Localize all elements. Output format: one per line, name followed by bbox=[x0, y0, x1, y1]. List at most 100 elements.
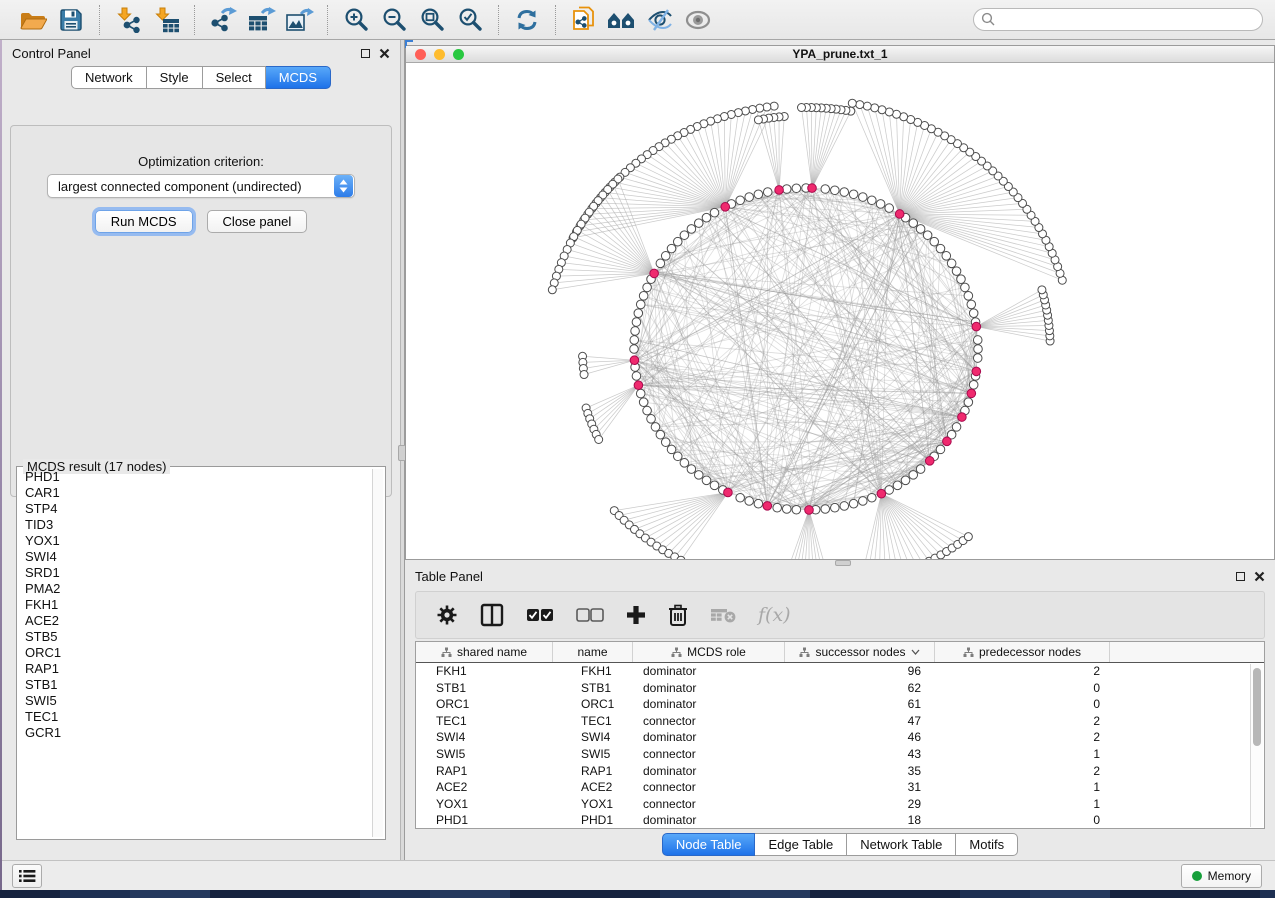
network-view-titlebar[interactable]: YPA_prune.txt_1 bbox=[406, 46, 1274, 63]
result-scrollbar[interactable] bbox=[372, 469, 383, 837]
zoom-fit-icon[interactable] bbox=[413, 5, 451, 35]
memory-status-icon bbox=[1192, 871, 1202, 881]
window-maximize-icon[interactable] bbox=[453, 49, 464, 60]
column-header-name[interactable]: name bbox=[553, 642, 633, 662]
close-icon[interactable] bbox=[1254, 571, 1265, 582]
result-item-phd1[interactable]: PHD1 bbox=[19, 469, 372, 485]
search-input[interactable] bbox=[996, 13, 1246, 27]
table-row[interactable]: YOX1YOX1connector291 bbox=[416, 796, 1264, 813]
window-close-icon[interactable] bbox=[415, 49, 426, 60]
result-item-stb1[interactable]: STB1 bbox=[19, 677, 372, 693]
column-header-successor-nodes[interactable]: successor nodes bbox=[785, 642, 935, 662]
table-scrollbar-thumb[interactable] bbox=[1253, 668, 1261, 746]
table-row[interactable]: PHD1PHD1dominator180 bbox=[416, 812, 1264, 829]
export-network-icon[interactable] bbox=[204, 5, 242, 35]
save-session-icon[interactable] bbox=[52, 5, 90, 35]
result-item-rap1[interactable]: RAP1 bbox=[19, 661, 372, 677]
tab-network-table[interactable]: Network Table bbox=[847, 833, 956, 856]
tab-select[interactable]: Select bbox=[203, 66, 266, 89]
run-mcds-button[interactable]: Run MCDS bbox=[95, 210, 193, 233]
table-row[interactable]: ORC1ORC1dominator610 bbox=[416, 696, 1264, 713]
column-header-predecessor-nodes[interactable]: predecessor nodes bbox=[935, 642, 1110, 662]
copy-network-icon[interactable] bbox=[565, 5, 603, 35]
result-item-stp4[interactable]: STP4 bbox=[19, 501, 372, 517]
tab-mcds[interactable]: MCDS bbox=[266, 66, 331, 89]
float-window-icon[interactable] bbox=[361, 49, 370, 58]
result-item-swi4[interactable]: SWI4 bbox=[19, 549, 372, 565]
result-item-orc1[interactable]: ORC1 bbox=[19, 645, 372, 661]
result-item-ace2[interactable]: ACE2 bbox=[19, 613, 372, 629]
task-history-button[interactable] bbox=[12, 864, 42, 888]
table-row[interactable]: FKH1FKH1dominator962 bbox=[416, 663, 1264, 680]
table-tabs: Node TableEdge TableNetwork TableMotifs bbox=[405, 833, 1275, 856]
tab-node-table[interactable]: Node Table bbox=[662, 833, 756, 856]
list-icon bbox=[18, 869, 36, 883]
cell-shared-name: SWI5 bbox=[416, 746, 553, 763]
cell-mcds-role: connector bbox=[633, 746, 785, 763]
zoom-out-icon[interactable] bbox=[375, 5, 413, 35]
result-item-swi5[interactable]: SWI5 bbox=[19, 693, 372, 709]
zoom-in-icon[interactable] bbox=[337, 5, 375, 35]
table-row[interactable]: SWI5SWI5connector431 bbox=[416, 746, 1264, 763]
column-header-mcds-role[interactable]: MCDS role bbox=[633, 642, 785, 662]
select-all-icon[interactable] bbox=[526, 608, 554, 622]
table-row[interactable]: ACE2ACE2connector311 bbox=[416, 779, 1264, 796]
column-header-shared-name[interactable]: shared name bbox=[416, 642, 553, 662]
deselect-all-icon[interactable] bbox=[576, 608, 604, 622]
cell-predecessor-nodes: 2 bbox=[935, 763, 1110, 780]
table-scrollbar[interactable] bbox=[1250, 664, 1263, 827]
memory-button[interactable]: Memory bbox=[1181, 864, 1262, 888]
cell-shared-name: RAP1 bbox=[416, 763, 553, 780]
float-window-icon[interactable] bbox=[1236, 572, 1245, 581]
status-bar: Memory bbox=[0, 860, 1275, 890]
cell-name: PHD1 bbox=[553, 812, 633, 829]
table-toolbar: f(x) bbox=[415, 591, 1265, 639]
gear-icon[interactable] bbox=[436, 604, 458, 626]
show-graphics-icon[interactable] bbox=[679, 5, 717, 35]
result-item-fkh1[interactable]: FKH1 bbox=[19, 597, 372, 613]
result-item-yox1[interactable]: YOX1 bbox=[19, 533, 372, 549]
add-column-icon[interactable] bbox=[626, 605, 646, 625]
result-item-car1[interactable]: CAR1 bbox=[19, 485, 372, 501]
tab-motifs[interactable]: Motifs bbox=[956, 833, 1018, 856]
delete-column-icon[interactable] bbox=[668, 604, 688, 626]
open-file-icon[interactable] bbox=[14, 5, 52, 35]
zoom-selected-icon[interactable] bbox=[451, 5, 489, 35]
refresh-icon[interactable] bbox=[508, 5, 546, 35]
import-network-icon[interactable] bbox=[109, 5, 147, 35]
result-item-gcr1[interactable]: GCR1 bbox=[19, 725, 372, 741]
cell-successor-nodes: 61 bbox=[785, 696, 935, 713]
delete-table-icon[interactable] bbox=[710, 606, 736, 624]
horizontal-splitter-handle[interactable] bbox=[835, 560, 851, 566]
mcds-result-list[interactable]: PHD1CAR1STP4TID3YOX1SWI4SRD1PMA2FKH1ACE2… bbox=[19, 469, 372, 837]
hide-graphics-icon[interactable] bbox=[641, 5, 679, 35]
function-builder-icon[interactable]: f(x) bbox=[758, 604, 791, 626]
optimization-criterion-dropdown[interactable]: largest connected component (undirected) bbox=[47, 174, 355, 198]
result-item-stb5[interactable]: STB5 bbox=[19, 629, 372, 645]
result-item-tec1[interactable]: TEC1 bbox=[19, 709, 372, 725]
result-item-tid3[interactable]: TID3 bbox=[19, 517, 372, 533]
tab-style[interactable]: Style bbox=[147, 66, 203, 89]
global-search-box[interactable] bbox=[973, 8, 1263, 31]
table-row[interactable]: TEC1TEC1connector472 bbox=[416, 713, 1264, 730]
table-row[interactable]: RAP1RAP1dominator352 bbox=[416, 763, 1264, 780]
close-panel-button[interactable]: Close panel bbox=[207, 210, 308, 233]
network-canvas[interactable] bbox=[406, 63, 1274, 559]
table-row[interactable]: STB1STB1dominator620 bbox=[416, 680, 1264, 697]
tab-network[interactable]: Network bbox=[71, 66, 147, 89]
export-image-icon[interactable] bbox=[280, 5, 318, 35]
import-table-icon[interactable] bbox=[147, 5, 185, 35]
tab-edge-table[interactable]: Edge Table bbox=[755, 833, 847, 856]
cell-successor-nodes: 47 bbox=[785, 713, 935, 730]
result-item-pma2[interactable]: PMA2 bbox=[19, 581, 372, 597]
result-item-srd1[interactable]: SRD1 bbox=[19, 565, 372, 581]
export-table-icon[interactable] bbox=[242, 5, 280, 35]
close-icon[interactable] bbox=[379, 48, 390, 59]
node-table[interactable]: shared namenameMCDS rolesuccessor nodesp… bbox=[415, 641, 1265, 829]
table-row[interactable]: SWI4SWI4dominator462 bbox=[416, 729, 1264, 746]
search-network-icon[interactable] bbox=[603, 5, 641, 35]
cell-shared-name: PHD1 bbox=[416, 812, 553, 829]
split-column-icon[interactable] bbox=[480, 603, 504, 627]
cell-mcds-role: connector bbox=[633, 779, 785, 796]
window-minimize-icon[interactable] bbox=[434, 49, 445, 60]
